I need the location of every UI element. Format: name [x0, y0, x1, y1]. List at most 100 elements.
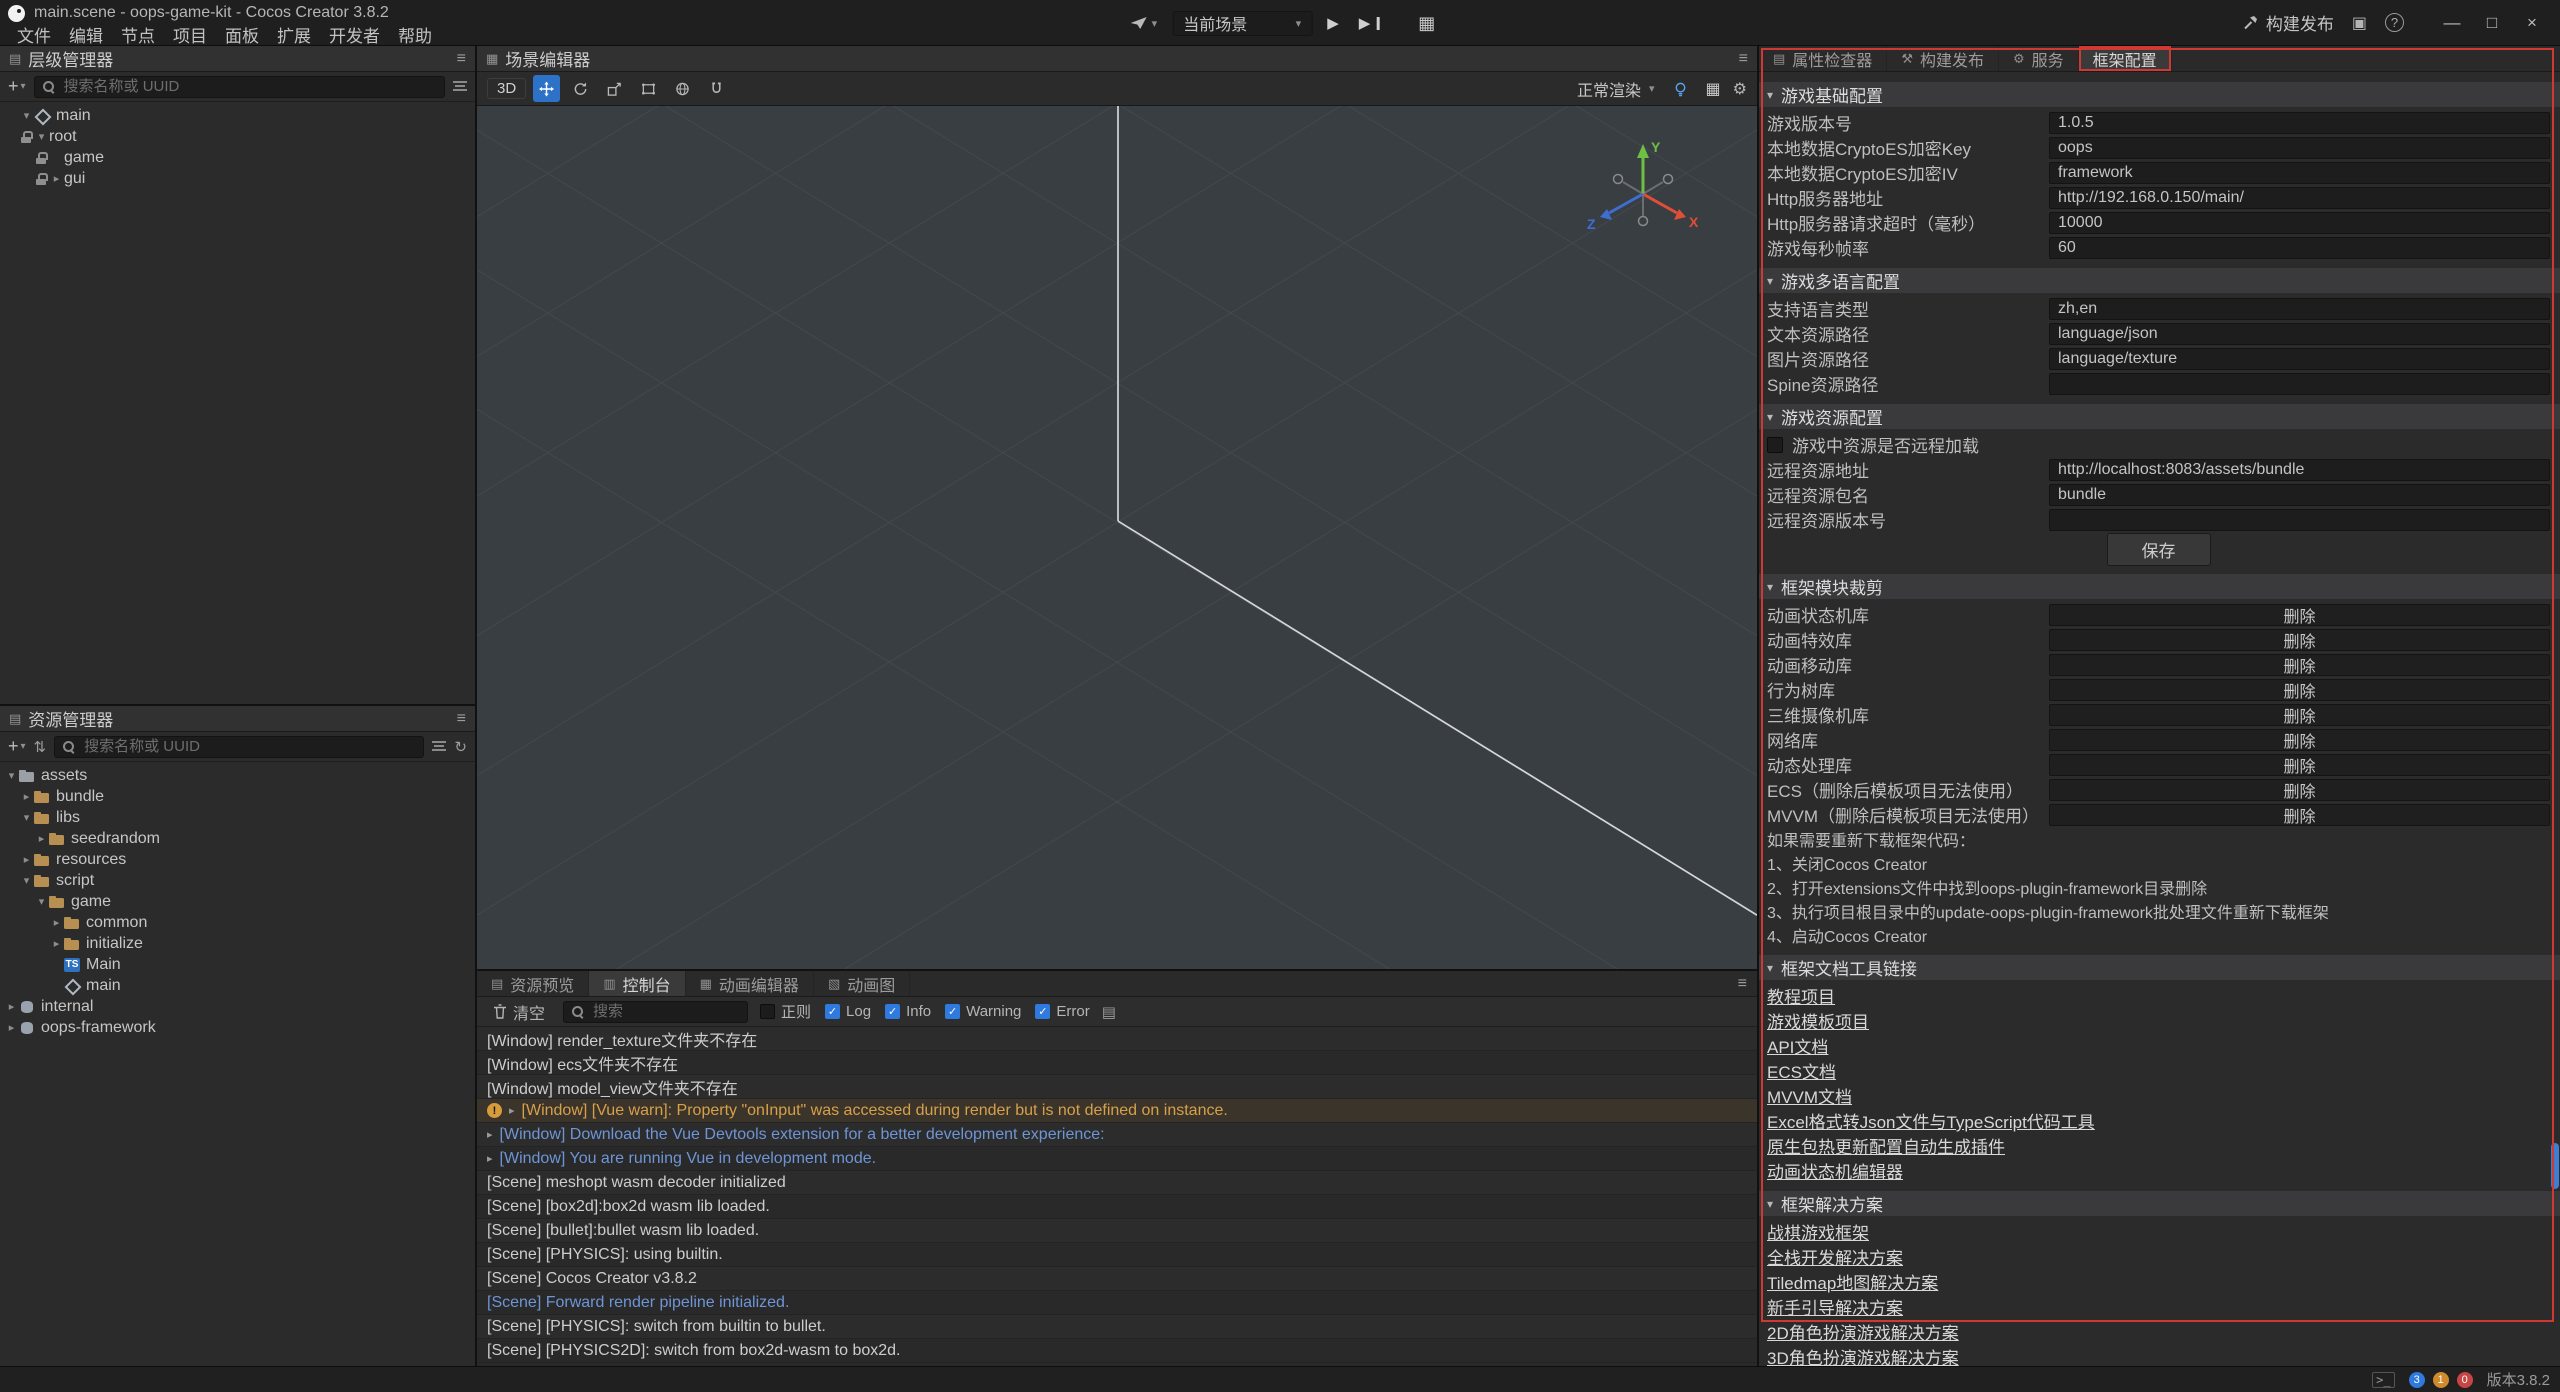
log-row[interactable]: ! ▸ [Window] model_view文件夹不存在 — [477, 1075, 1757, 1099]
expand-arrow-icon[interactable] — [19, 790, 34, 803]
panel-menu-icon[interactable]: ≡ — [1739, 50, 1748, 68]
doc-link[interactable]: Tiledmap地图解决方案 — [1767, 1269, 1938, 1294]
delete-module-button[interactable]: 删除 — [2049, 779, 2550, 801]
checkbox[interactable] — [825, 1004, 840, 1019]
console-filter-checkbox[interactable]: Info — [885, 1003, 931, 1020]
expand-arrow-icon[interactable] — [4, 769, 19, 782]
doc-link[interactable]: 游戏模板项目 — [1767, 1008, 1869, 1033]
log-row[interactable]: ! ▸ [Scene] [bullet]:bullet wasm lib loa… — [477, 1219, 1757, 1243]
menu-item[interactable]: 编辑 — [60, 22, 112, 47]
log-row[interactable]: ! ▸ [Scene] [PHYSICS]: switch from built… — [477, 1315, 1757, 1339]
log-row[interactable]: ! ▸ [Window] You are running Vue in deve… — [477, 1147, 1757, 1171]
expand-arrow-icon[interactable] — [19, 874, 34, 887]
log-row[interactable]: ! ▸ [Scene] [box2d]:box2d wasm lib loade… — [477, 1195, 1757, 1219]
section-chevron-icon[interactable]: ▾ — [1767, 274, 1773, 288]
preview-platform-button[interactable]: ▾ — [1125, 13, 1163, 33]
config-value-input[interactable] — [2049, 187, 2550, 209]
inspector-tab[interactable]: 框架配置 — [2079, 46, 2172, 71]
delete-module-button[interactable]: 删除 — [2049, 604, 2550, 626]
console-filter-checkbox[interactable]: Log — [825, 1003, 871, 1020]
menu-item[interactable]: 开发者 — [320, 22, 389, 47]
config-value-input[interactable] — [2049, 112, 2550, 134]
expand-arrow-icon[interactable] — [49, 937, 64, 950]
section-chevron-icon[interactable]: ▾ — [1767, 580, 1773, 594]
config-value-input[interactable] — [2049, 162, 2550, 184]
message-count-badge[interactable]: 3 — [2409, 1372, 2425, 1388]
config-value-input[interactable] — [2049, 137, 2550, 159]
checkbox[interactable] — [1035, 1004, 1050, 1019]
config-value-input[interactable] — [2049, 348, 2550, 370]
log-row[interactable]: ! ▸ [Window] render_texture文件夹不存在 — [477, 1027, 1757, 1051]
section-chevron-icon[interactable]: ▾ — [1767, 1197, 1773, 1211]
world-space-toggle[interactable] — [669, 75, 696, 102]
message-count-badge[interactable]: 1 — [2433, 1372, 2449, 1388]
console-filter-checkbox[interactable]: Error — [1035, 1003, 1089, 1020]
menu-item[interactable]: 文件 — [8, 22, 60, 47]
light-toggle-button[interactable] — [1667, 75, 1694, 102]
doc-link[interactable]: 新手引导解决方案 — [1767, 1294, 1903, 1319]
log-row[interactable]: ! ▸ [Scene] Forward render pipeline init… — [477, 1291, 1757, 1315]
log-row[interactable]: ! ▸ [Scene] Cocos Creator v3.8.2 — [477, 1267, 1757, 1291]
clear-console-button[interactable]: 清空 — [487, 999, 551, 1025]
doc-link[interactable]: 3D角色扮演游戏解决方案 — [1767, 1344, 1959, 1366]
menu-item[interactable]: 扩展 — [268, 22, 320, 47]
minimize-button[interactable]: — — [2432, 1, 2472, 45]
expand-arrow-icon[interactable] — [34, 832, 49, 845]
expand-arrow-icon[interactable] — [19, 853, 34, 866]
doc-link[interactable]: API文档 — [1767, 1033, 1828, 1058]
doc-link[interactable]: 原生包热更新配置自动生成插件 — [1767, 1133, 2005, 1158]
expand-arrow-icon[interactable]: ▸ — [509, 1104, 515, 1117]
rect-tool-button[interactable] — [635, 75, 662, 102]
message-count-badge[interactable]: 0 — [2457, 1372, 2473, 1388]
console-filter-checkbox[interactable]: 正则 — [760, 1001, 811, 1022]
snap-tool-button[interactable] — [703, 75, 730, 102]
sort-assets-icon[interactable]: ⇅ — [34, 738, 47, 756]
assets-search-input[interactable] — [82, 737, 416, 756]
doc-link[interactable]: ECS文档 — [1767, 1058, 1836, 1083]
move-tool-button[interactable] — [533, 75, 560, 102]
menu-item[interactable]: 面板 — [216, 22, 268, 47]
current-scene-select[interactable]: 当前场景 ▾ — [1172, 11, 1312, 36]
log-row[interactable]: ! ▸ [Scene] meshopt wasm decoder initial… — [477, 1171, 1757, 1195]
menu-item[interactable]: 帮助 — [389, 22, 441, 47]
expand-arrow-icon[interactable] — [19, 811, 34, 824]
log-row[interactable]: ! ▸ [Window] [Vue warn]: Property "onInp… — [477, 1099, 1757, 1123]
filter-icon[interactable] — [432, 741, 446, 752]
console-search-input[interactable] — [591, 1002, 740, 1021]
scene-viewport[interactable]: Y X Z — [477, 106, 1757, 969]
maximize-button[interactable]: □ — [2472, 1, 2512, 45]
delete-module-button[interactable]: 删除 — [2049, 654, 2550, 676]
close-button[interactable]: × — [2512, 1, 2552, 45]
inspector-tab[interactable]: 服务 — [1999, 46, 2079, 71]
console-tab[interactable]: 动画编辑器 — [686, 971, 814, 996]
help-icon[interactable]: ? — [2385, 13, 2404, 32]
expand-arrow-icon[interactable] — [34, 130, 49, 143]
section-chevron-icon[interactable]: ▾ — [1767, 961, 1773, 975]
mode-3d-toggle[interactable]: 3D — [487, 78, 526, 99]
hierarchy-node-row[interactable]: main — [0, 105, 475, 126]
delete-module-button[interactable]: 删除 — [2049, 754, 2550, 776]
asset-row[interactable]: assets — [0, 765, 475, 786]
config-value-input[interactable] — [2049, 509, 2550, 531]
asset-row[interactable]: game — [0, 891, 475, 912]
asset-row[interactable]: bundle — [0, 786, 475, 807]
remote-load-checkbox[interactable] — [1767, 437, 1783, 453]
checkbox[interactable] — [760, 1004, 775, 1019]
section-chevron-icon[interactable]: ▾ — [1767, 410, 1773, 424]
console-filter-checkbox[interactable]: Warning — [945, 1003, 1021, 1020]
asset-row[interactable]: initialize — [0, 933, 475, 954]
panel-menu-icon[interactable]: ≡ — [457, 50, 466, 68]
hierarchy-node-row[interactable]: root — [0, 126, 475, 147]
hierarchy-search-input[interactable] — [62, 77, 437, 96]
package-icon[interactable]: ▣ — [2352, 13, 2367, 33]
rotate-tool-button[interactable] — [567, 75, 594, 102]
hierarchy-node-row[interactable]: gui — [0, 168, 475, 189]
add-asset-button[interactable]: +▾ — [8, 736, 26, 757]
doc-link[interactable]: 战棋游戏框架 — [1767, 1219, 1869, 1244]
play-button[interactable]: ▶ — [1322, 11, 1344, 35]
console-tab[interactable]: 控制台 — [589, 971, 685, 996]
doc-link[interactable]: 全栈开发解决方案 — [1767, 1244, 1903, 1269]
doc-link[interactable]: 动画状态机编辑器 — [1767, 1158, 1903, 1183]
asset-row[interactable]: script — [0, 870, 475, 891]
terminal-icon[interactable]: >_ — [2372, 1372, 2394, 1388]
